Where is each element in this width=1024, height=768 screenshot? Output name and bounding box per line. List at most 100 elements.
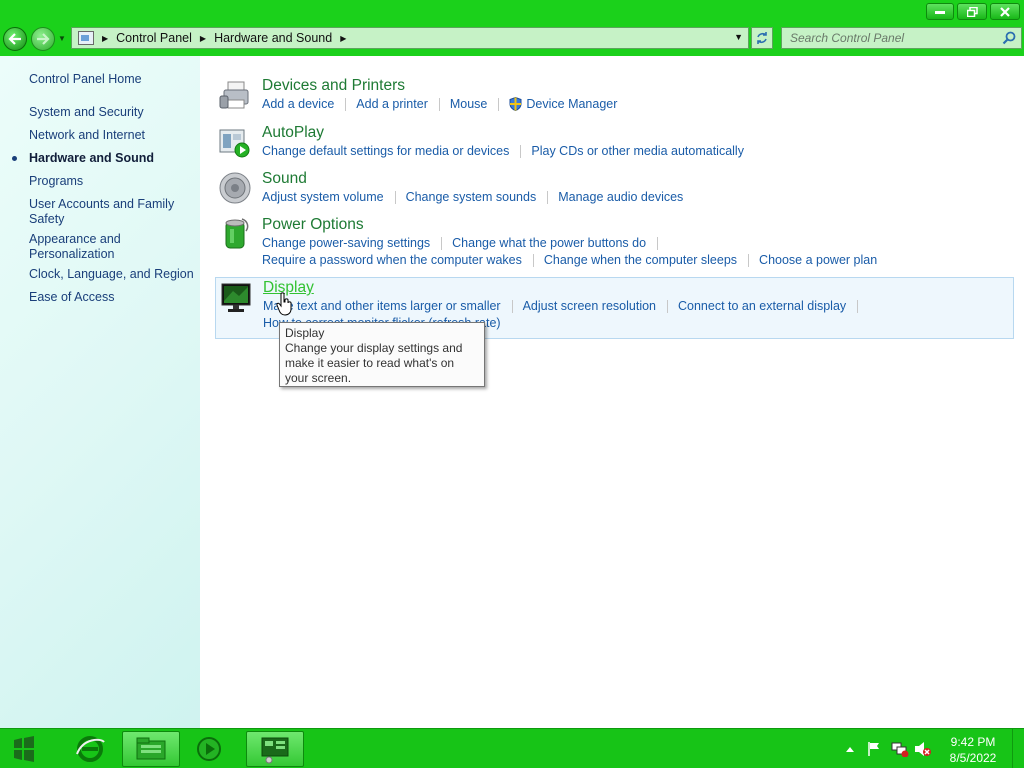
restore-button[interactable] [957,3,987,20]
tray-expand-button[interactable] [846,729,854,768]
link-change-system-sounds[interactable]: Change system sounds [406,190,537,204]
autoplay-icon [219,129,250,158]
flag-icon [868,742,879,756]
taskbar-control-panel[interactable] [246,731,304,767]
tooltip: Display Change your display settings and… [279,322,485,387]
media-player-icon [197,737,221,761]
separator [498,97,500,111]
category-devices-and-printers: Devices and Printers Add a device Add a … [215,76,1014,118]
sidebar-item-appearance[interactable]: Appearance and Personalization [29,232,149,262]
uac-shield-icon [509,97,522,111]
address-dropdown-icon[interactable]: ▼ [734,32,743,42]
sidebar-item-ease-of-access[interactable]: Ease of Access [29,290,194,305]
separator [667,299,668,313]
start-button[interactable] [8,734,40,764]
volume-muted-icon [915,742,931,756]
link-add-a-device[interactable]: Add a device [262,97,334,111]
link-change-sleep-time[interactable]: Change when the computer sleeps [544,253,737,267]
links-display-row1: Make text and other items larger or smal… [263,299,868,313]
separator [857,299,859,313]
minimize-icon [935,10,945,14]
link-mouse[interactable]: Mouse [450,97,488,111]
sidebar: Control Panel Home System and Security N… [0,56,200,728]
internet-explorer-icon [76,736,105,762]
clock[interactable]: 9:42 PM 8/5/2022 [944,734,1002,766]
separator [345,97,347,111]
sidebar-item-network-and-internet[interactable]: Network and Internet [29,128,194,143]
separator [657,236,659,250]
category-title-sound[interactable]: Sound [262,170,307,188]
taskbar-media-player[interactable] [180,731,238,767]
link-require-password-on-wake[interactable]: Require a password when the computer wak… [262,253,522,267]
separator [748,253,750,267]
windows-logo-icon [14,736,34,762]
link-adjust-system-volume[interactable]: Adjust system volume [262,190,384,204]
speaker-icon [219,172,251,204]
printer-icon [219,81,249,109]
category-title-power-options[interactable]: Power Options [262,216,364,234]
sidebar-item-system-and-security[interactable]: System and Security [29,105,194,120]
forward-button[interactable] [31,27,55,51]
battery-icon [225,218,249,249]
chevron-up-icon [846,747,854,752]
breadcrumb-control-panel[interactable]: Control Panel [116,31,192,45]
taskbar-file-explorer[interactable] [122,731,180,767]
category-title-devices-and-printers[interactable]: Devices and Printers [262,77,405,95]
links-devices-and-printers: Add a device Add a printer Mouse Device … [262,97,617,111]
breadcrumb-hardware-and-sound[interactable]: Hardware and Sound [214,31,332,45]
taskbar: 9:42 PM 8/5/2022 [0,728,1024,768]
sidebar-item-control-panel-home[interactable]: Control Panel Home [29,72,194,87]
close-button[interactable] [990,3,1020,20]
navigation-bar: ▼ ▶ Control Panel ▶ Hardware and Sound ▶… [0,22,1024,56]
link-manage-audio-devices[interactable]: Manage audio devices [558,190,683,204]
link-device-manager[interactable]: Device Manager [526,97,617,111]
link-change-power-buttons[interactable]: Change what the power buttons do [452,236,646,250]
link-play-cds-automatically[interactable]: Play CDs or other media automatically [531,144,744,158]
network-icon [891,742,909,757]
link-connect-external-display[interactable]: Connect to an external display [678,299,846,313]
sidebar-item-hardware-and-sound[interactable]: Hardware and Sound [29,151,194,166]
link-choose-power-plan[interactable]: Choose a power plan [759,253,877,267]
tray-network[interactable] [891,729,909,768]
link-make-text-larger[interactable]: Make text and other items larger or smal… [263,299,501,313]
tray-volume[interactable] [914,729,932,768]
refresh-button[interactable] [751,27,773,49]
link-change-power-saving-settings[interactable]: Change power-saving settings [262,236,430,250]
search-icon[interactable] [1002,31,1016,45]
sidebar-item-user-accounts[interactable]: User Accounts and Family Safety [29,197,179,227]
folder-icon [136,737,166,760]
control-panel-icon [78,31,94,45]
link-change-default-media-settings[interactable]: Change default settings for media or dev… [262,144,509,158]
link-adjust-screen-resolution[interactable]: Adjust screen resolution [523,299,656,313]
back-button[interactable] [3,27,27,51]
tooltip-body: Change your display settings and make it… [285,341,463,385]
title-bar [0,0,1024,22]
search-box[interactable] [781,27,1022,49]
hand-cursor-icon [276,292,292,316]
chevron-right-icon[interactable]: ▶ [102,34,108,43]
separator [441,236,443,250]
links-sound: Adjust system volume Change system sound… [262,190,683,204]
refresh-icon [757,32,767,44]
show-desktop-button[interactable] [1012,729,1024,768]
sidebar-item-clock-language-region[interactable]: Clock, Language, and Region [29,267,199,282]
links-power-options-row1: Change power-saving settings Change what… [262,236,668,250]
chevron-right-icon[interactable]: ▶ [200,34,206,43]
separator [394,190,396,204]
sidebar-item-programs[interactable]: Programs [29,174,194,189]
search-input[interactable] [790,31,990,45]
active-bullet-icon [12,156,17,161]
category-power-options: Power Options Change power-saving settin… [215,215,1014,273]
taskbar-internet-explorer[interactable] [61,731,119,767]
link-add-a-printer[interactable]: Add a printer [356,97,428,111]
tray-action-center[interactable] [866,729,882,768]
separator [438,97,440,111]
category-title-autoplay[interactable]: AutoPlay [262,124,324,142]
chevron-right-icon[interactable]: ▶ [340,34,346,43]
control-panel-icon [261,737,289,764]
address-bar[interactable]: ▶ Control Panel ▶ Hardware and Sound ▶ ▼ [71,27,749,49]
separator [511,299,513,313]
separator [520,144,522,158]
recent-pages-dropdown[interactable]: ▼ [58,34,66,43]
minimize-button[interactable] [926,3,954,20]
